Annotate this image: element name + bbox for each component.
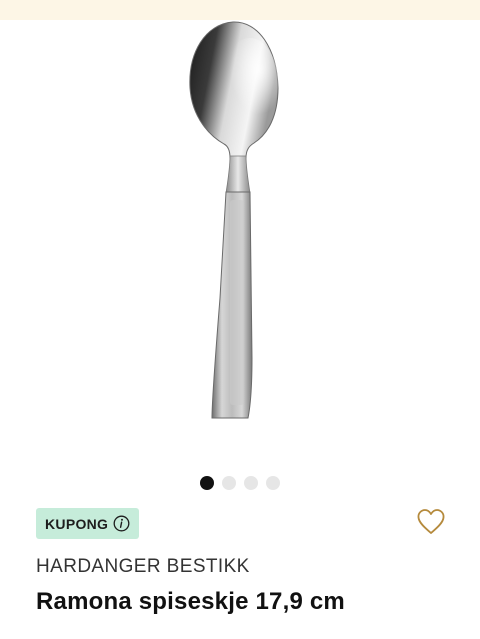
brand-name[interactable]: HARDANGER BESTIKK <box>36 556 250 578</box>
info-icon[interactable] <box>113 515 130 532</box>
spoon-image <box>189 21 279 419</box>
product-image[interactable] <box>150 18 330 428</box>
product-title: Ramona spiseskje 17,9 cm <box>36 588 345 615</box>
carousel-dot-2[interactable] <box>222 476 236 490</box>
carousel-dot-4[interactable] <box>266 476 280 490</box>
coupon-label: KUPONG <box>45 515 109 532</box>
carousel-dot-3[interactable] <box>244 476 258 490</box>
heart-outline-icon <box>417 509 445 534</box>
top-banner <box>0 0 480 20</box>
coupon-badge[interactable]: KUPONG <box>36 508 140 539</box>
carousel-indicator <box>0 476 480 490</box>
carousel-dot-1[interactable] <box>200 476 214 490</box>
wishlist-button[interactable] <box>414 506 448 538</box>
